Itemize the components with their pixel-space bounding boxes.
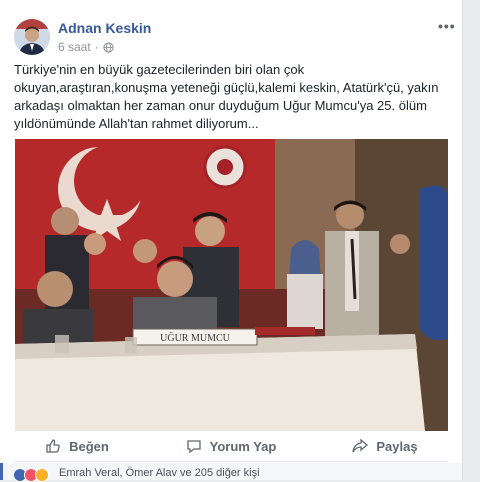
nameplate-text: UĞUR MUMCU bbox=[160, 332, 231, 344]
more-options-icon[interactable]: ••• bbox=[438, 18, 456, 34]
globe-icon[interactable] bbox=[103, 41, 114, 53]
post-photo[interactable]: UĞUR MUMCU bbox=[15, 139, 448, 431]
reactions-summary[interactable]: Emrah Veral, Ömer Alav ve 205 diğer kişi bbox=[59, 467, 260, 479]
photo-scene: UĞUR MUMCU bbox=[15, 139, 448, 431]
post-card: Adnan Keskin 6 saat · ••• Türkiye'nin en… bbox=[0, 0, 463, 482]
comment-button[interactable]: Yorum Yap bbox=[154, 432, 308, 460]
author-name[interactable]: Adnan Keskin bbox=[58, 20, 151, 36]
post-meta: 6 saat · bbox=[58, 40, 114, 54]
share-label: Paylaş bbox=[376, 438, 418, 454]
like-button[interactable]: Beğen bbox=[0, 432, 154, 460]
post-time[interactable]: 6 saat bbox=[58, 40, 91, 54]
thumbs-up-icon bbox=[46, 439, 60, 453]
post-text: Türkiye'nin en büyük gazetecilerinden bi… bbox=[14, 62, 439, 131]
avatar-image bbox=[14, 19, 50, 55]
divider bbox=[14, 461, 448, 462]
comment-icon bbox=[186, 440, 201, 454]
share-button[interactable]: Paylaş bbox=[308, 432, 462, 460]
share-icon bbox=[352, 438, 369, 453]
like-label: Beğen bbox=[69, 438, 109, 454]
author-avatar[interactable] bbox=[14, 19, 50, 55]
reactions-bar[interactable]: Emrah Veral, Ömer Alav ve 205 diğer kişi bbox=[0, 463, 462, 482]
post-actions: Beğen Yorum Yap Paylaş bbox=[0, 432, 462, 460]
comment-label: Yorum Yap bbox=[209, 438, 277, 454]
